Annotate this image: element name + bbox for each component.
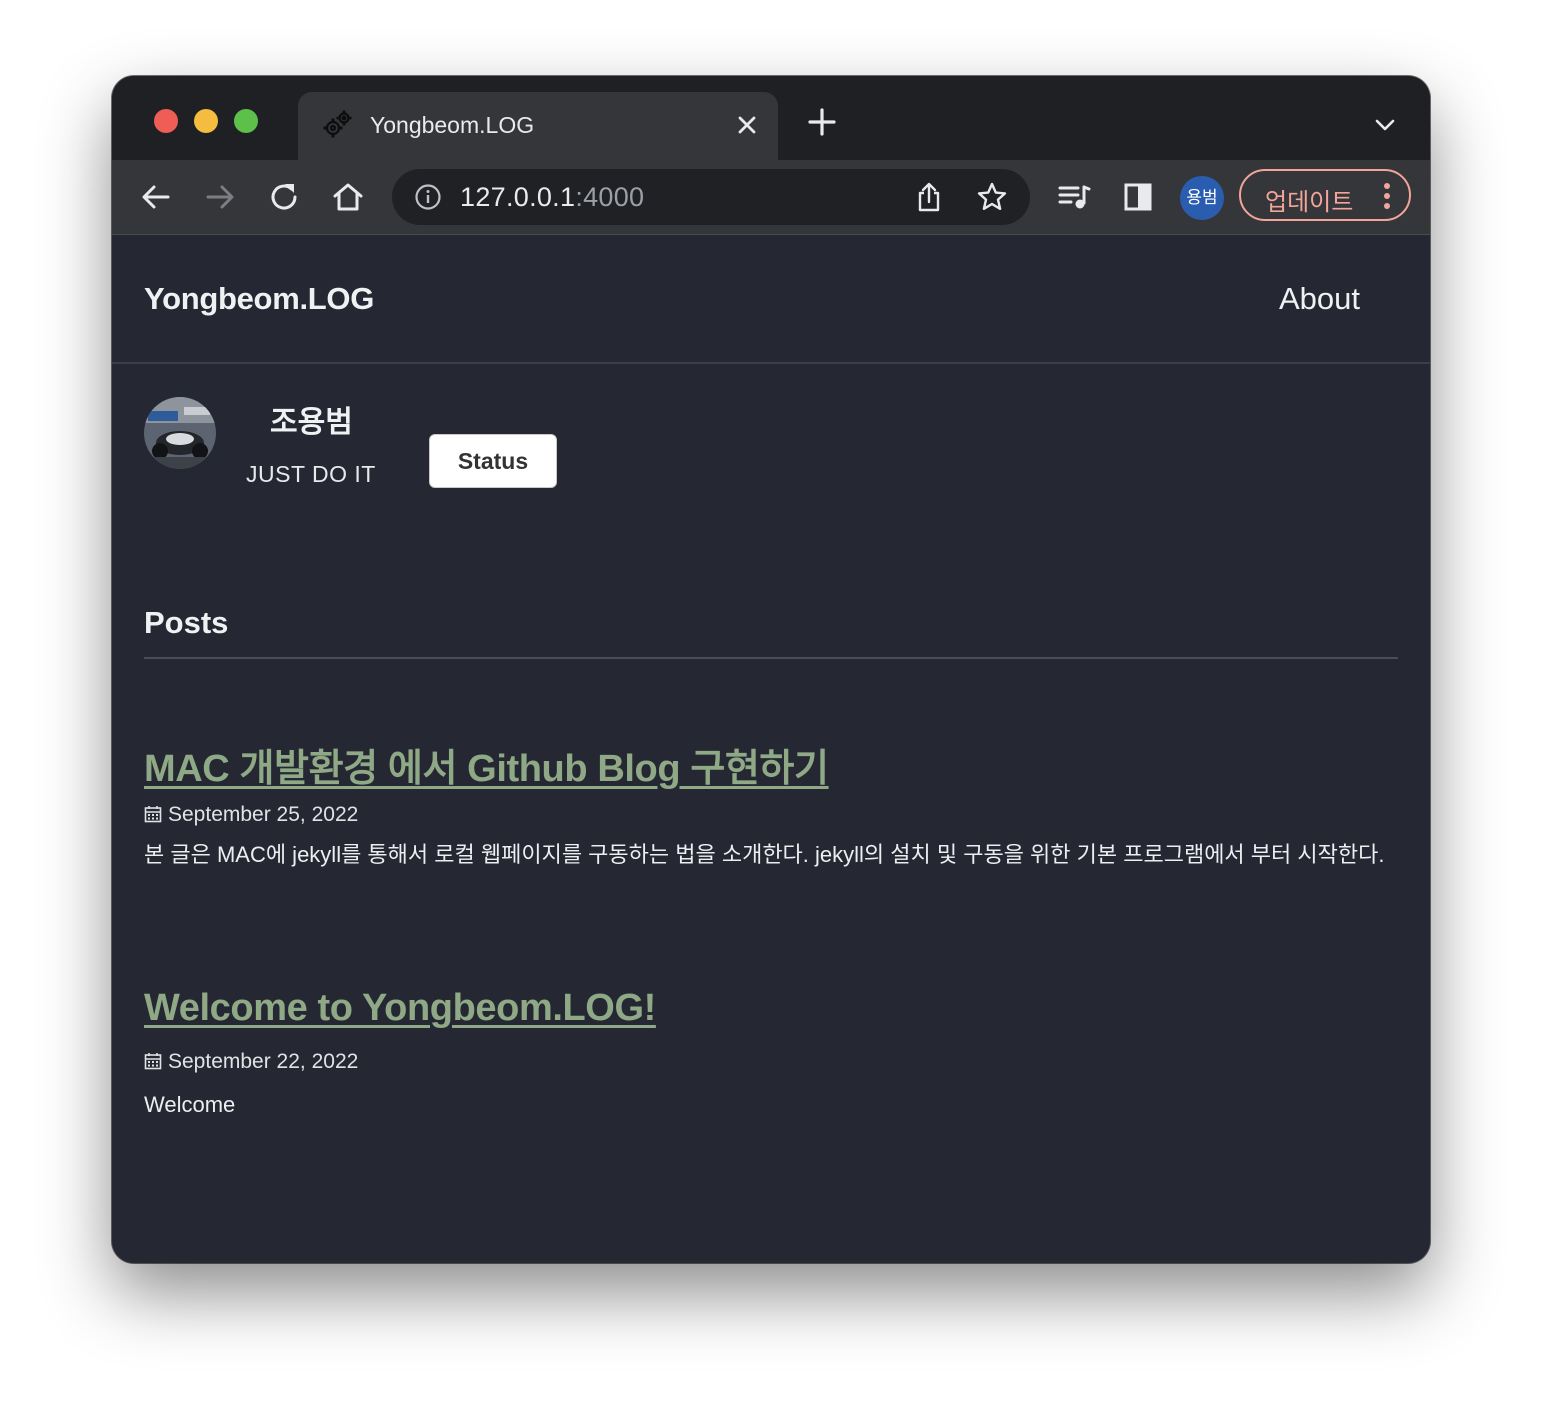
address-bar[interactable]: 127.0.0.1:4000	[392, 169, 1030, 225]
profile-bio: JUST DO IT	[246, 461, 376, 487]
url-host: 127.0.0.1	[460, 182, 576, 212]
post-item: Welcome to Yongbeom.LOG! September 22, 2…	[144, 987, 1398, 1117]
tab-title: Yongbeom.LOG	[370, 112, 535, 138]
bookmark-star-icon[interactable]	[976, 181, 1008, 213]
post-date-text: September 25, 2022	[168, 803, 359, 826]
minimize-window-button[interactable]	[194, 109, 218, 133]
profile-avatar-button[interactable]: 용범	[1180, 176, 1224, 220]
update-label: 업데이트	[1265, 189, 1354, 216]
browser-toolbar: 127.0.0.1:4000 용범 업데이트	[112, 160, 1430, 235]
media-queue-icon[interactable]	[1056, 179, 1092, 215]
tab-active[interactable]: Yongbeom.LOG	[298, 92, 778, 160]
close-tab-icon[interactable]	[732, 110, 762, 140]
post-title-link[interactable]: MAC 개발환경 에서 Github Blog 구현하기	[144, 737, 1398, 792]
post-date: September 22, 2022	[144, 1050, 358, 1074]
reload-icon[interactable]	[266, 179, 302, 215]
site-title-link[interactable]: Yongbeom.LOG	[144, 281, 374, 317]
share-icon[interactable]	[914, 181, 944, 213]
url-port: :4000	[575, 182, 645, 212]
calendar-icon	[144, 806, 162, 823]
page-content: Yongbeom.LOG About 조용범 JUST DO IT Status…	[112, 235, 1430, 1263]
post-date-text: September 22, 2022	[168, 1050, 359, 1073]
post-item: MAC 개발환경 에서 Github Blog 구현하기 September 2…	[144, 737, 1398, 867]
update-button[interactable]: 업데이트	[1239, 169, 1411, 221]
tab-strip: Yongbeom.LOG	[112, 76, 1430, 160]
posts-heading: Posts	[144, 605, 229, 640]
close-window-button[interactable]	[154, 109, 178, 133]
home-icon[interactable]	[330, 179, 366, 215]
post-title-link[interactable]: Welcome to Yongbeom.LOG!	[144, 987, 1398, 1030]
back-icon[interactable]	[138, 179, 174, 215]
site-info-icon[interactable]	[414, 183, 442, 211]
browser-window: Yongbeom.LOG 127.0.0.1:4000 용범 업데이트 Yong…	[112, 76, 1430, 1263]
profile-name: 조용범	[270, 406, 353, 439]
posts-divider	[144, 657, 1398, 659]
gears-icon	[323, 110, 352, 138]
post-excerpt: Welcome	[144, 1092, 236, 1117]
site-header: Yongbeom.LOG About	[112, 235, 1430, 364]
new-tab-icon[interactable]	[806, 106, 838, 138]
side-panel-icon[interactable]	[1120, 179, 1156, 215]
zoom-window-button[interactable]	[234, 109, 258, 133]
post-date: September 25, 2022	[144, 803, 358, 827]
url-text: 127.0.0.1:4000	[460, 182, 644, 213]
profile-photo	[144, 397, 216, 469]
kebab-menu-icon[interactable]	[1379, 181, 1395, 211]
nav-about-link[interactable]: About	[1279, 281, 1360, 317]
chevron-down-icon[interactable]	[1372, 112, 1398, 138]
calendar-icon	[144, 1053, 162, 1070]
status-button[interactable]: Status	[429, 434, 557, 488]
post-excerpt: 본 글은 MAC에 jekyll를 통해서 로컬 웹페이지를 구동하는 법을 소…	[144, 842, 1385, 867]
forward-icon[interactable]	[202, 179, 238, 215]
